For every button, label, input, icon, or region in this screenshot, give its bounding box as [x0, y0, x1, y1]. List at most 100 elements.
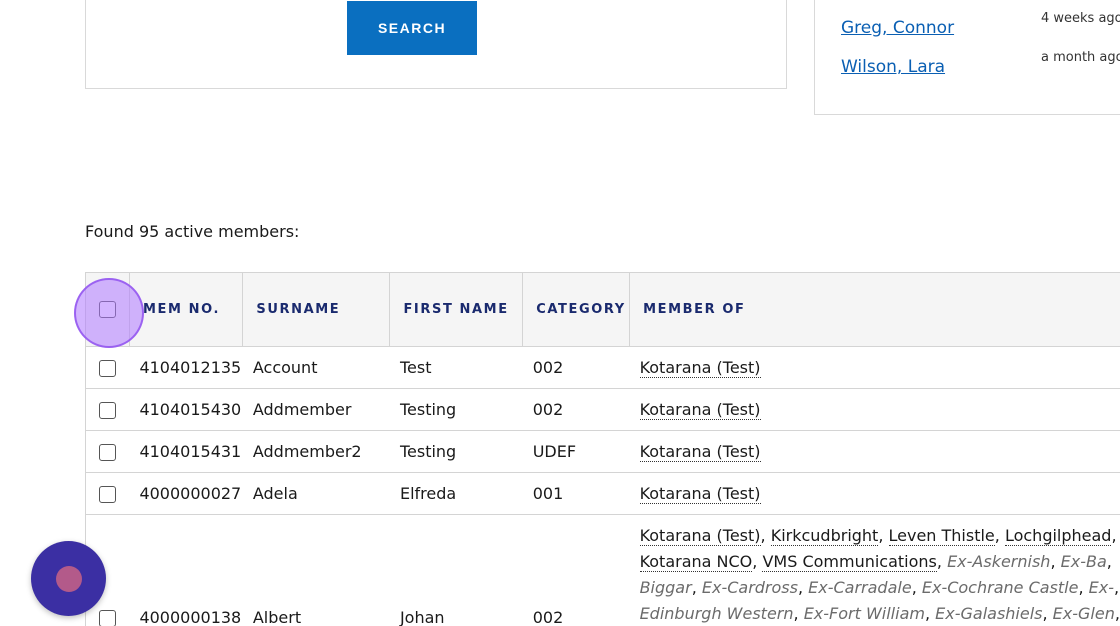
mem-no-cell: 4000000027: [129, 472, 243, 515]
category-cell: 001: [522, 472, 630, 515]
ex-club-label: Ex-Askernish: [947, 552, 1051, 571]
club-link[interactable]: Lochgilphead: [1004, 526, 1112, 546]
separator: ,: [1078, 578, 1089, 597]
table-row: 4104015430 Addmember Testing 002 Kotaran…: [85, 388, 1120, 431]
separator: ,: [1111, 526, 1117, 545]
separator: ,: [793, 604, 804, 623]
recent-timestamp: a month ago: [1041, 50, 1120, 65]
row-checkbox[interactable]: [99, 402, 117, 419]
separator: ,: [1050, 552, 1061, 571]
page: SEARCH Greg, Connor 4 weeks ago Wilson, …: [0, 0, 1120, 626]
row-select-cell: [85, 430, 130, 473]
member-of-cell: Kotarana (Test): [629, 430, 1120, 473]
members-table: MEM NO. SURNAME FIRST NAME CATEGORY MEMB…: [85, 272, 1120, 626]
column-header-member-of[interactable]: MEMBER OF: [629, 272, 1120, 347]
row-select-cell: [85, 346, 130, 389]
club-link[interactable]: Kotarana (Test): [639, 526, 761, 546]
assistant-button[interactable]: [31, 541, 106, 616]
separator: ,: [760, 526, 771, 545]
column-header-mem-no[interactable]: MEM NO.: [128, 272, 243, 347]
member-of-cell: Kotarana (Test): [629, 346, 1120, 389]
first-name-cell: Testing: [389, 430, 523, 473]
club-link[interactable]: Kirkcudbright: [770, 526, 879, 546]
search-card: SEARCH: [85, 0, 787, 89]
ex-club-label: Ex-Ba: [1060, 552, 1107, 571]
row-select-cell: [85, 472, 130, 515]
separator: ,: [1113, 578, 1120, 597]
separator: ,: [994, 526, 1005, 545]
ex-club-label: Ex-Fort William: [803, 604, 925, 623]
separator: ,: [936, 552, 948, 571]
row-checkbox[interactable]: [99, 444, 117, 461]
category-cell: 002: [522, 514, 630, 626]
select-all-header: [85, 272, 130, 347]
category-cell: 002: [522, 388, 630, 431]
table-header-row: MEM NO. SURNAME FIRST NAME CATEGORY MEMB…: [85, 272, 1120, 347]
separator: ,: [691, 578, 702, 597]
results-count: Found 95 active members:: [85, 222, 300, 241]
recent-item: Wilson, Lara a month ago: [841, 50, 1120, 81]
club-link[interactable]: Kotarana NCO: [639, 552, 753, 572]
recent-member-link[interactable]: Greg, Connor: [841, 18, 954, 38]
row-select-cell: [85, 388, 130, 431]
recent-timestamp: 4 weeks ago: [1041, 11, 1120, 26]
separator: ,: [1042, 604, 1053, 623]
table-row: 4000000138 Albert Johan 002 Kotarana (Te…: [85, 514, 1120, 626]
club-link[interactable]: Leven Thistle: [888, 526, 995, 546]
first-name-cell: Elfreda: [389, 472, 523, 515]
ex-club-label: Ex-Cardross: [701, 578, 798, 597]
recently-viewed-card: Greg, Connor 4 weeks ago Wilson, Lara a …: [814, 0, 1120, 115]
surname-cell: Account: [242, 346, 390, 389]
club-link[interactable]: Kotarana (Test): [639, 484, 761, 504]
surname-cell: Adela: [242, 472, 390, 515]
row-checkbox[interactable]: [99, 360, 117, 377]
ex-club-label: Edinburgh Western: [639, 604, 794, 623]
column-header-category[interactable]: CATEGORY: [522, 272, 630, 347]
member-of-cell: Kotarana (Test), Kirkcudbright, Leven Th…: [629, 514, 1120, 626]
separator: ,: [878, 526, 889, 545]
first-name-cell: Testing: [389, 388, 523, 431]
ex-club-label: Ex-Glen: [1052, 604, 1115, 623]
club-link[interactable]: Kotarana (Test): [639, 442, 761, 462]
club-link[interactable]: Kotarana (Test): [639, 358, 761, 378]
ex-club-label: Ex-Carradale: [808, 578, 912, 597]
table-row: 4000000027 Adela Elfreda 001 Kotarana (T…: [85, 472, 1120, 515]
mem-no-cell: 4104012135: [129, 346, 243, 389]
ex-club-label: Ex-Cochrane Castle: [921, 578, 1079, 597]
member-of-cell: Kotarana (Test): [629, 472, 1120, 515]
mem-no-cell: 4104015431: [129, 430, 243, 473]
recent-item: Greg, Connor 4 weeks ago: [841, 11, 1120, 42]
separator: ,: [911, 578, 922, 597]
category-cell: UDEF: [522, 430, 630, 473]
separator: ,: [924, 604, 936, 623]
mem-no-cell: 4104015430: [129, 388, 243, 431]
separator: ,: [1106, 552, 1112, 571]
select-all-checkbox[interactable]: [98, 301, 116, 318]
category-cell: 002: [522, 346, 630, 389]
club-link[interactable]: Kotarana (Test): [639, 400, 761, 420]
ex-club-label: Ex-: [1088, 578, 1114, 597]
first-name-cell: Test: [389, 346, 523, 389]
member-of-cell: Kotarana (Test): [629, 388, 1120, 431]
column-header-surname[interactable]: SURNAME: [242, 272, 390, 347]
row-checkbox[interactable]: [99, 610, 117, 626]
surname-cell: Albert: [242, 514, 390, 626]
member-of-line: Biggar, Ex-Cardross, Ex-Carradale, Ex-Co…: [640, 575, 1120, 601]
member-of-line: Edinburgh Western, Ex-Fort William, Ex-G…: [640, 601, 1120, 626]
row-checkbox[interactable]: [99, 486, 117, 503]
first-name-cell: Johan: [389, 514, 523, 626]
member-of-line: Kotarana NCO, VMS Communications, Ex-Ask…: [639, 549, 1120, 575]
column-header-first-name[interactable]: FIRST NAME: [389, 272, 523, 347]
mem-no-cell: 4000000138: [129, 514, 243, 626]
surname-cell: Addmember2: [242, 430, 390, 473]
ex-club-label: Ex-Galashiels: [935, 604, 1043, 623]
separator: ,: [1114, 604, 1120, 623]
member-of-line: Kotarana (Test), Kirkcudbright, Leven Th…: [639, 523, 1120, 549]
separator: ,: [752, 552, 763, 571]
search-button[interactable]: SEARCH: [347, 1, 477, 55]
club-link[interactable]: VMS Communications: [762, 552, 937, 572]
recent-member-link[interactable]: Wilson, Lara: [841, 57, 945, 77]
assistant-icon: [55, 565, 82, 592]
ex-club-label: Biggar: [639, 578, 692, 597]
surname-cell: Addmember: [242, 388, 390, 431]
